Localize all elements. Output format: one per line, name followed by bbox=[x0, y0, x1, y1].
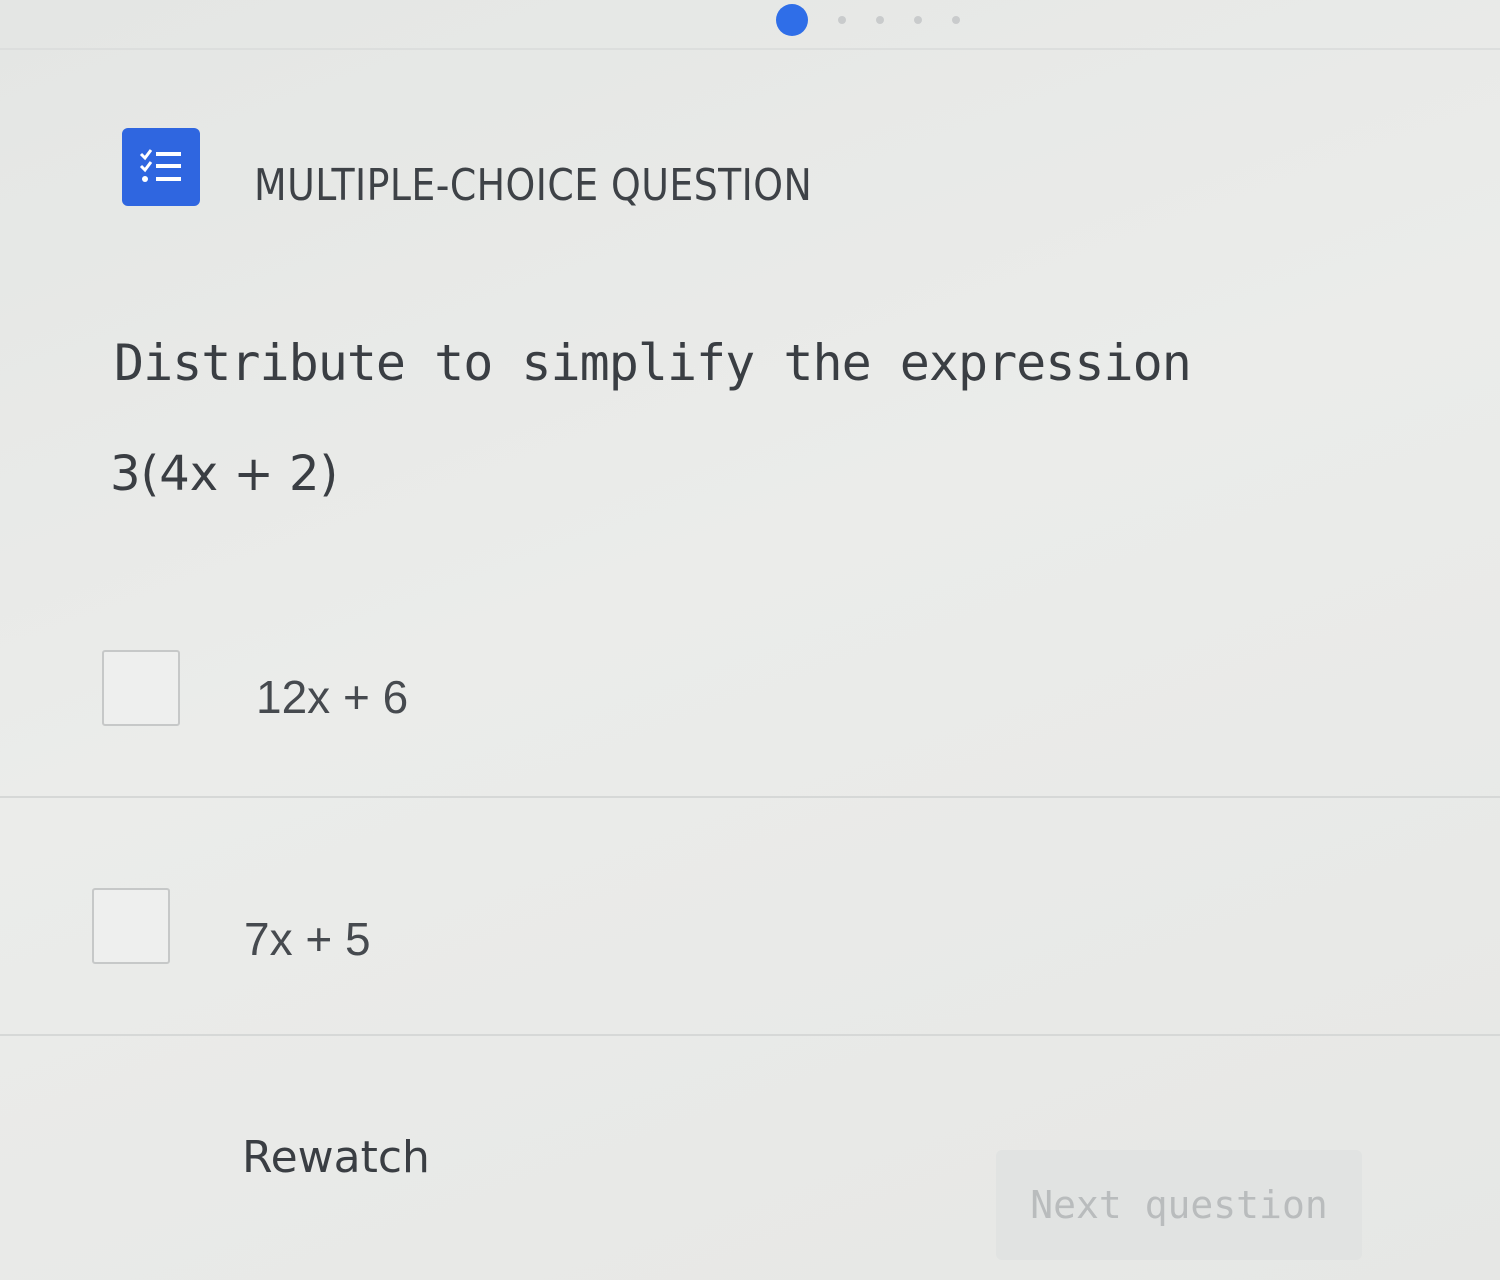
option-1[interactable]: 12x + 6 bbox=[0, 650, 1500, 730]
progress-dot bbox=[876, 16, 884, 24]
progress-dot bbox=[952, 16, 960, 24]
option-2-label: 7x + 5 bbox=[244, 913, 371, 965]
rewatch-button[interactable]: Rewatch bbox=[242, 1132, 430, 1183]
options-bottom-divider bbox=[0, 1034, 1500, 1036]
question-type-label: MULTIPLE-CHOICE QUESTION bbox=[254, 160, 813, 211]
quiz-page: MULTIPLE-CHOICE QUESTION Distribute to s… bbox=[0, 0, 1500, 1280]
progress-indicator bbox=[776, 4, 960, 36]
option-1-checkbox[interactable] bbox=[102, 650, 180, 726]
option-2[interactable]: 7x + 5 bbox=[0, 888, 1500, 968]
question-expression: 3(4x + 2) bbox=[110, 446, 339, 502]
question-prompt: Distribute to simplify the expression bbox=[114, 334, 1192, 392]
checklist-icon bbox=[122, 128, 200, 206]
progress-dot-current bbox=[776, 4, 808, 36]
option-2-checkbox[interactable] bbox=[92, 888, 170, 964]
progress-dot bbox=[914, 16, 922, 24]
option-divider bbox=[0, 796, 1500, 798]
top-divider bbox=[0, 48, 1500, 50]
progress-dot bbox=[838, 16, 846, 24]
next-question-button[interactable]: Next question bbox=[996, 1150, 1362, 1260]
option-1-label: 12x + 6 bbox=[256, 671, 409, 723]
